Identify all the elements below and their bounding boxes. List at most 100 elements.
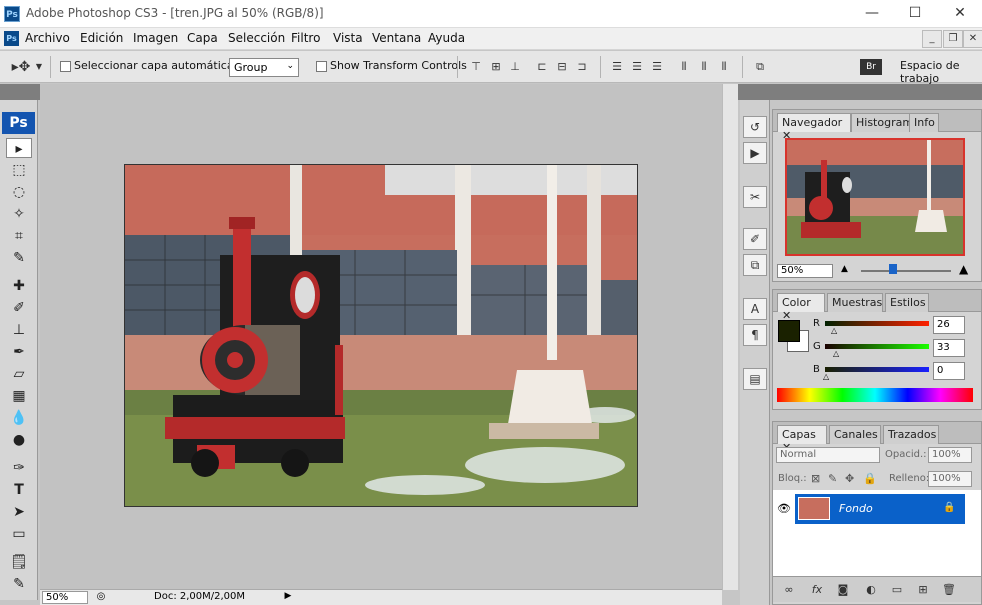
tab-estilos[interactable]: Estilos (885, 293, 929, 312)
align-vcenter-icon[interactable]: ⊞ (488, 59, 504, 75)
menu-ventana[interactable]: Ventana (372, 31, 421, 45)
align-right-icon[interactable]: ⊐ (574, 59, 590, 75)
red-slider-thumb[interactable]: △ (831, 326, 837, 335)
tab-trazados[interactable]: Trazados (883, 425, 939, 444)
distribute-bottom-icon[interactable]: ☰ (649, 59, 665, 75)
navigator-thumbnail[interactable] (785, 138, 965, 256)
workspace-label[interactable]: Espacio de trabajo (900, 59, 982, 85)
slice-tool-icon[interactable]: ✎ (6, 248, 32, 268)
zoom-in-icon[interactable]: ▲ (959, 262, 968, 276)
clone-source-panel-icon[interactable]: ⧉ (743, 254, 767, 276)
history-panel-icon[interactable]: ↺ (743, 116, 767, 138)
red-value-field[interactable]: 26 (933, 316, 965, 334)
auto-align-icon[interactable]: ⧉ (752, 59, 768, 75)
photoshop-logo[interactable]: Ps (2, 112, 35, 134)
zoom-slider-track[interactable] (861, 270, 951, 272)
chevron-down-icon[interactable]: ▼ (34, 59, 44, 75)
shape-tool-icon[interactable]: ▭ (6, 524, 32, 544)
red-slider-track[interactable] (825, 321, 929, 326)
tab-info[interactable]: Info (909, 113, 939, 132)
distribute-left-icon[interactable]: ⫴ (676, 59, 692, 75)
delete-layer-icon[interactable]: 🗑 (941, 583, 957, 597)
status-info-icon[interactable]: ◎ (94, 591, 108, 604)
eraser-tool-icon[interactable]: ▱ (6, 364, 32, 384)
blue-value-field[interactable]: 0 (933, 362, 965, 380)
menu-capa[interactable]: Capa (187, 31, 218, 45)
paragraph-panel-icon[interactable]: ¶ (743, 324, 767, 346)
bridge-icon[interactable]: Br (860, 59, 882, 75)
crop-tool-icon[interactable]: ⌗ (6, 226, 32, 246)
magic-wand-tool-icon[interactable]: ✧ (6, 204, 32, 224)
menu-archivo[interactable]: Archivo (25, 31, 70, 45)
tab-color[interactable]: Color ✕ (777, 293, 825, 322)
visibility-eye-icon[interactable]: 👁 (777, 502, 791, 515)
lock-all-icon[interactable]: 🔒 (863, 472, 877, 485)
path-selection-tool-icon[interactable]: ➤ (6, 502, 32, 522)
zoom-slider-thumb[interactable] (889, 264, 897, 274)
brushes-panel-icon[interactable]: ✐ (743, 228, 767, 250)
doc-minimize-button[interactable]: _ (922, 30, 942, 48)
menu-ayuda[interactable]: Ayuda (428, 31, 465, 45)
navigator-zoom-field[interactable]: 50% (777, 264, 833, 278)
menu-imagen[interactable]: Imagen (133, 31, 178, 45)
foreground-color-swatch[interactable] (778, 320, 800, 342)
align-hcenter-icon[interactable]: ⊟ (554, 59, 570, 75)
tab-navegador[interactable]: Navegador ✕ (777, 113, 851, 142)
distribute-top-icon[interactable]: ☰ (609, 59, 625, 75)
toolbox-header[interactable] (0, 84, 40, 100)
zoom-level-field[interactable]: 50% (42, 591, 88, 604)
green-slider-track[interactable] (825, 344, 929, 349)
doc-restore-button[interactable]: ❐ (943, 30, 963, 48)
new-group-icon[interactable]: ▭ (889, 583, 905, 597)
align-left-icon[interactable]: ⊏ (534, 59, 550, 75)
blue-slider-thumb[interactable]: △ (823, 372, 829, 381)
brush-tool-icon[interactable]: ✐ (6, 298, 32, 318)
type-tool-icon[interactable]: T (6, 480, 32, 500)
transform-controls-checkbox[interactable] (316, 61, 327, 72)
color-spectrum-bar[interactable] (777, 388, 973, 402)
align-top-icon[interactable]: ⊤ (468, 59, 484, 75)
blend-mode-dropdown[interactable]: Normal (776, 447, 880, 463)
zoom-out-icon[interactable]: ▲ (841, 264, 848, 274)
menu-seleccion[interactable]: Selección (228, 31, 285, 45)
distribute-right-icon[interactable]: ⫴ (716, 59, 732, 75)
close-button[interactable]: ✕ (940, 2, 980, 24)
status-menu-arrow-icon[interactable]: ▶ (282, 591, 294, 604)
healing-brush-tool-icon[interactable]: ✚ (6, 276, 32, 296)
minimize-button[interactable]: — (852, 2, 892, 24)
move-tool-icon[interactable]: ▸ (6, 138, 32, 158)
green-value-field[interactable]: 33 (933, 339, 965, 357)
tab-canales[interactable]: Canales (829, 425, 881, 444)
layer-style-icon[interactable]: fx (809, 583, 825, 597)
blur-tool-icon[interactable]: 💧 (6, 408, 32, 428)
tab-histograma[interactable]: Histograma (851, 113, 913, 132)
distribute-hcenter-icon[interactable]: ⫴ (696, 59, 712, 75)
menu-edicion[interactable]: Edición (80, 31, 123, 45)
document-image-train[interactable] (124, 164, 638, 507)
fill-field[interactable]: 100% (928, 471, 972, 487)
marquee-tool-icon[interactable]: ⬚ (6, 160, 32, 180)
layer-mask-icon[interactable]: ◙ (835, 583, 851, 597)
lock-pixels-icon[interactable]: ✎ (828, 472, 837, 485)
tab-muestras[interactable]: Muestras (827, 293, 883, 312)
clone-stamp-tool-icon[interactable]: ⊥ (6, 320, 32, 340)
distribute-vcenter-icon[interactable]: ☰ (629, 59, 645, 75)
eyedropper-tool-icon[interactable]: ✎ (6, 574, 32, 594)
move-tool-preset-icon[interactable]: ▸✥ (10, 59, 32, 75)
maximize-button[interactable]: ☐ (895, 2, 935, 24)
history-brush-tool-icon[interactable]: ✒ (6, 342, 32, 362)
actions-panel-icon[interactable]: ▶ (743, 142, 767, 164)
link-layers-icon[interactable]: ∞ (781, 583, 797, 597)
blue-slider-track[interactable] (825, 367, 929, 372)
notes-tool-icon[interactable]: 🗒 (6, 552, 32, 572)
canvas-vertical-scrollbar[interactable] (722, 84, 738, 590)
lasso-tool-icon[interactable]: ◌ (6, 182, 32, 202)
lock-position-icon[interactable]: ✥ (845, 472, 854, 485)
tool-presets-panel-icon[interactable]: ✂ (743, 186, 767, 208)
auto-select-checkbox[interactable] (60, 61, 71, 72)
lock-transparency-icon[interactable]: ⊠ (811, 472, 820, 485)
align-bottom-icon[interactable]: ⊥ (507, 59, 523, 75)
panel-dock-header[interactable] (738, 84, 982, 100)
auto-select-mode-dropdown[interactable]: Group ⌄ (229, 58, 299, 77)
pen-tool-icon[interactable]: ✑ (6, 458, 32, 478)
